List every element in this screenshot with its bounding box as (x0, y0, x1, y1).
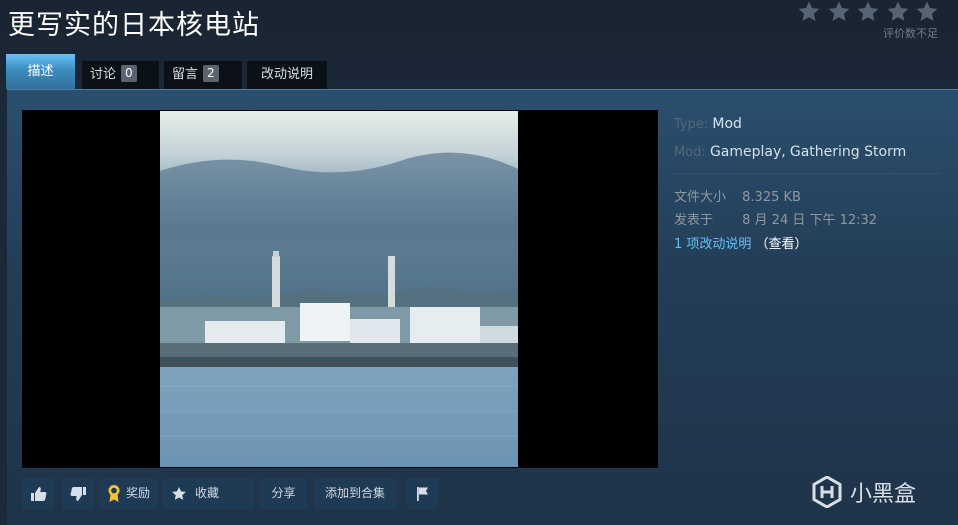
tab-label: 改动说明 (260, 67, 313, 82)
share-button[interactable]: 分享 (260, 478, 307, 509)
thumbs-down-icon (70, 486, 86, 501)
tab-description[interactable]: 描述 (6, 54, 75, 89)
add-to-collection-button[interactable]: 添加到合集 (314, 478, 396, 509)
mod-tag-separator: , (781, 144, 786, 160)
mod-tag-gameplay[interactable]: Gameplay (710, 144, 781, 160)
watermark: 小黑盒 (812, 474, 916, 510)
star-icon (916, 1, 938, 21)
award-icon (108, 485, 120, 502)
favorite-button[interactable]: 收藏 (163, 478, 254, 509)
header-bar: 更写实的日本核电站 评价数不足 描述 讨论 0 留言 2 改动说明 (0, 0, 958, 96)
tab-label: 讨论 (90, 67, 117, 82)
award-label: 奖励 (125, 486, 150, 500)
nuclear-plant-image (160, 111, 518, 467)
page-title: 更写实的日本核电站 (8, 10, 260, 41)
mod-row: Mod: Gameplay, Gathering Storm (674, 144, 906, 160)
star-icon (798, 1, 820, 21)
share-label: 分享 (271, 486, 296, 500)
star-icon (828, 1, 849, 21)
preview-image (160, 111, 518, 467)
tab-label: 描述 (27, 64, 54, 79)
divider (673, 173, 941, 174)
file-size-row: 文件大小 8.325 KB (674, 186, 801, 205)
file-size-value: 8.325 KB (742, 190, 801, 205)
posted-value: 8 月 24 日 下午 12:32 (742, 213, 878, 228)
rating-stars (797, 0, 939, 24)
report-button[interactable] (407, 478, 439, 509)
xiaoheihe-logo-icon (812, 476, 842, 508)
posted-row: 发表于 8 月 24 日 下午 12:32 (674, 209, 877, 228)
count-badge: 0 (121, 65, 137, 82)
tab-label: 留言 (172, 67, 199, 82)
thumbs-up-icon (30, 486, 46, 501)
add-to-collection-label: 添加到合集 (324, 486, 385, 500)
type-value: Mod (712, 116, 742, 132)
favorite-label: 收藏 (195, 486, 220, 500)
tab-discussions[interactable]: 讨论 0 (82, 61, 159, 89)
mod-label: Mod: (674, 145, 706, 160)
view-link[interactable]: （查看） (756, 237, 808, 252)
star-icon (172, 486, 186, 500)
flag-icon (417, 486, 428, 501)
tab-change-notes[interactable]: 改动说明 (247, 61, 327, 89)
file-size-label: 文件大小 (674, 190, 727, 205)
star-icon (857, 1, 879, 21)
thumbs-up-button[interactable] (22, 478, 54, 509)
type-row: Type: Mod (674, 116, 742, 132)
thumbs-down-button[interactable] (62, 478, 94, 509)
watermark-text: 小黑盒 (850, 482, 917, 507)
change-notes-row: 1 项改动说明 （查看） (674, 233, 808, 252)
posted-label: 发表于 (674, 213, 714, 228)
star-icon (887, 1, 908, 21)
count-badge: 2 (203, 65, 219, 82)
award-button[interactable]: 奖励 (100, 478, 157, 509)
type-label: Type: (674, 117, 709, 132)
mod-tag-gathering-storm[interactable]: Gathering Storm (790, 144, 906, 160)
change-notes-link[interactable]: 1 项改动说明 (674, 237, 751, 252)
media-player[interactable] (22, 110, 658, 468)
rating-note: 评价数不足 (883, 27, 938, 40)
tab-comments[interactable]: 留言 2 (164, 61, 242, 89)
